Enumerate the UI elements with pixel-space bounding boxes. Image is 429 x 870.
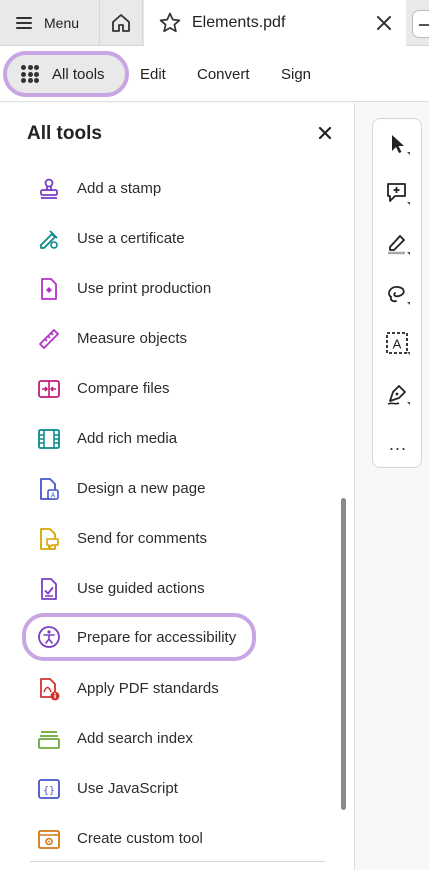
guided-actions-icon (41, 578, 57, 600)
menu-button[interactable]: Menu (0, 0, 98, 46)
tool-label: Send for comments (77, 530, 208, 547)
tool-label: Add search index (77, 730, 193, 747)
tab-bar: Menu Elements.pdf (0, 0, 429, 46)
tool-measure-objects[interactable]: Measure objects (22, 318, 332, 358)
tool-label: Use guided actions (77, 580, 205, 597)
tool-add-rich-media[interactable]: Add rich media (22, 418, 332, 458)
main-toolbar: All tools Edit Convert Sign (0, 46, 429, 102)
apps-grid-icon (21, 65, 39, 83)
film-strip-icon (38, 429, 60, 449)
new-tab-button[interactable] (412, 10, 429, 38)
add-comment-icon[interactable] (385, 181, 411, 207)
convert-link[interactable]: Convert (197, 46, 250, 102)
tool-label: Prepare for accessibility (77, 629, 237, 646)
all-tools-panel: All tools Add a stamp Use a certificate … (0, 103, 355, 870)
close-panel-icon[interactable] (318, 126, 332, 140)
svg-text:{}: {} (43, 786, 55, 797)
tool-label: Compare files (77, 380, 170, 397)
home-icon (112, 14, 130, 32)
ruler-icon (39, 329, 59, 349)
panel-title: All tools (27, 123, 102, 144)
tool-label: Create custom tool (77, 830, 203, 847)
text-select-icon[interactable]: A (385, 331, 411, 357)
tool-use-certificate[interactable]: Use a certificate (22, 218, 332, 258)
hamburger-icon (16, 17, 32, 29)
svg-text:A: A (51, 493, 56, 500)
tool-label: Add a stamp (77, 180, 162, 197)
tool-label: Use a certificate (77, 230, 185, 247)
star-icon[interactable] (158, 11, 182, 35)
all-tools-label: All tools (52, 65, 105, 83)
custom-tool-icon (38, 830, 60, 849)
tool-label: Apply PDF standards (77, 680, 219, 697)
certificate-pen-icon (40, 230, 58, 249)
tool-add-search-index[interactable]: Add search index (22, 718, 332, 758)
tool-apply-pdf-standards[interactable]: Apply PDF standards (22, 668, 332, 708)
svg-text:A: A (393, 337, 402, 352)
edit-link[interactable]: Edit (140, 46, 166, 102)
send-comments-icon (40, 528, 59, 550)
javascript-icon: {} (38, 779, 60, 799)
lasso-draw-icon[interactable] (385, 281, 411, 307)
close-tab-icon[interactable] (374, 13, 394, 33)
panel-scrollbar[interactable] (341, 498, 346, 810)
select-cursor-icon[interactable] (385, 131, 411, 157)
highlight-pen-icon[interactable] (385, 231, 411, 257)
tool-design-new-page[interactable]: A Design a new page (22, 468, 332, 508)
tool-label: Design a new page (77, 480, 206, 497)
document-tab[interactable]: Elements.pdf (144, 0, 406, 46)
tool-print-production[interactable]: Use print production (22, 268, 332, 308)
quick-tools-rail: A ... (372, 118, 422, 468)
compare-files-icon (38, 380, 60, 398)
fill-sign-icon[interactable] (385, 381, 411, 407)
tool-create-custom-tool[interactable]: Create custom tool (22, 818, 332, 858)
search-index-icon (38, 731, 60, 749)
sign-link[interactable]: Sign (281, 46, 311, 102)
plus-icon (419, 24, 429, 26)
print-production-icon (41, 278, 57, 300)
tool-guided-actions[interactable]: Use guided actions (22, 568, 332, 608)
menu-label: Menu (44, 15, 80, 31)
tool-compare-files[interactable]: Compare files (22, 368, 332, 408)
more-options-icon[interactable]: ... (385, 431, 411, 457)
design-page-icon: A (40, 478, 59, 500)
stamp-icon (40, 178, 58, 199)
document-title: Elements.pdf (192, 14, 286, 31)
all-tools-button[interactable]: All tools (3, 51, 129, 97)
tool-send-for-comments[interactable]: Send for comments (22, 518, 332, 558)
pdf-standards-icon (40, 678, 60, 701)
tool-prepare-accessibility[interactable]: Prepare for accessibility (22, 613, 256, 661)
tool-label: Measure objects (77, 330, 188, 347)
tool-add-stamp[interactable]: Add a stamp (22, 168, 332, 208)
home-button[interactable] (99, 0, 143, 46)
panel-bottom-divider (30, 861, 325, 862)
tool-label: Use JavaScript (77, 780, 178, 797)
accessibility-icon (38, 626, 60, 648)
tool-label: Add rich media (77, 430, 178, 447)
tool-use-javascript[interactable]: {} Use JavaScript (22, 768, 332, 808)
tool-label: Use print production (77, 280, 212, 297)
